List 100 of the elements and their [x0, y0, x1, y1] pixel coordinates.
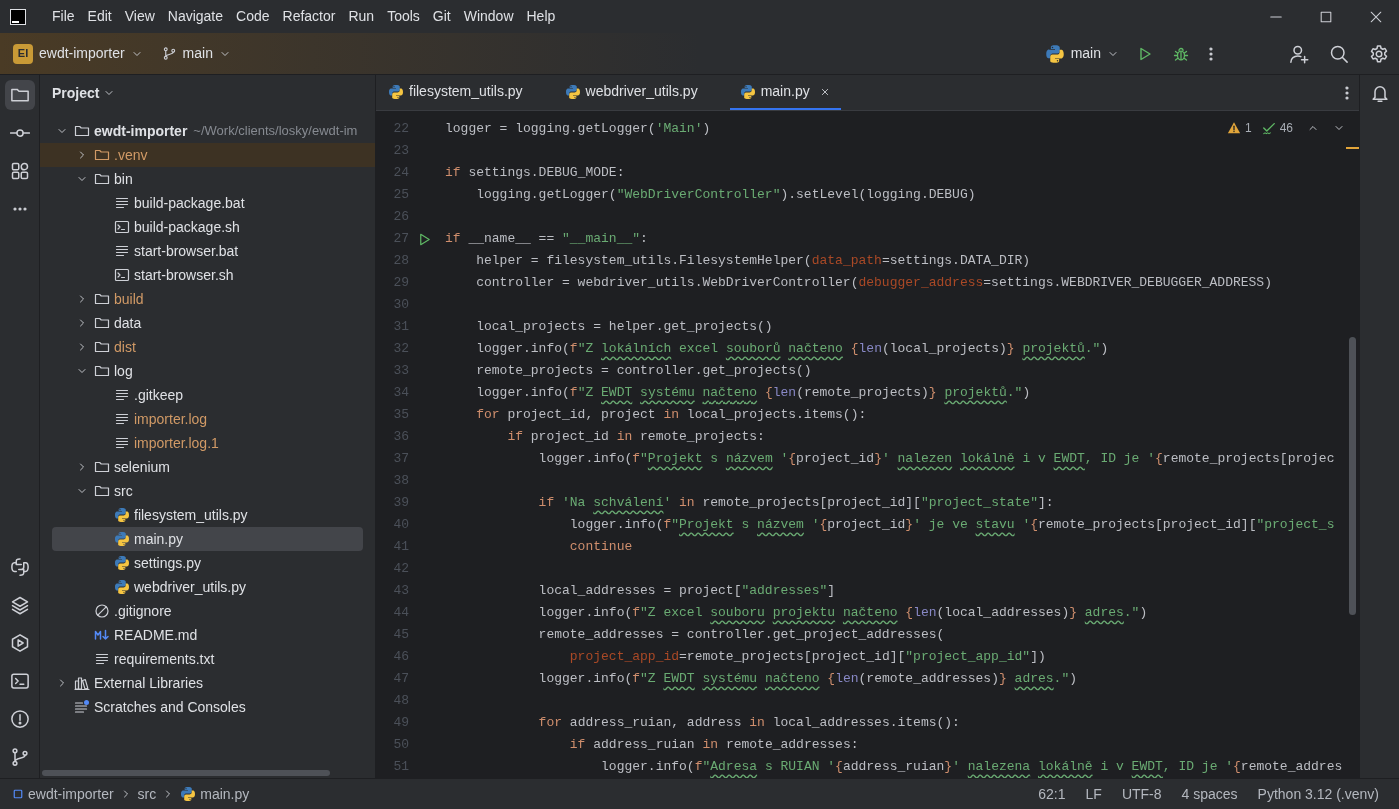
tree-item[interactable]: webdriver_utils.py [40, 575, 375, 599]
panel-title[interactable]: Project [52, 82, 116, 104]
code-line: for address_ruian, address in local_addresses.items(): [537, 714, 960, 733]
tree-item[interactable]: Scratches and Consoles [40, 695, 375, 719]
more-icon [11, 207, 28, 211]
editor-tab[interactable]: filesystem_utils.py [378, 75, 533, 110]
status-item[interactable]: 62:1 [1038, 783, 1066, 805]
menu-item[interactable]: Window [457, 6, 520, 27]
horizontal-scrollbar[interactable] [42, 770, 330, 776]
folder-icon [94, 363, 110, 379]
folder-icon [94, 339, 110, 355]
menu-item[interactable]: Help [520, 6, 562, 27]
tool-window-button[interactable] [4, 80, 35, 110]
editor-tab[interactable]: webdriver_utils.py [554, 75, 708, 110]
breadcrumb[interactable]: src [137, 783, 157, 805]
tree-item[interactable]: build-package.sh [40, 215, 375, 239]
code-line: if address_ruian in remote_addresses: [568, 736, 859, 755]
bug-icon[interactable] [1173, 45, 1189, 62]
vertical-scrollbar[interactable] [1349, 337, 1356, 615]
tree-item[interactable]: ewdt-importer ~/Work/clients/losky/ewdt-im [40, 119, 375, 143]
shell-script-icon [114, 267, 130, 283]
run-icon[interactable] [1137, 45, 1153, 62]
tree-item[interactable]: requirements.txt [40, 647, 375, 671]
branch-widget[interactable]: main [161, 39, 231, 68]
text-file-icon [114, 411, 130, 427]
menu-item[interactable]: File [46, 6, 81, 27]
menu-item[interactable]: Edit [81, 6, 118, 27]
text-file-icon [94, 651, 110, 667]
code-line: logger.info(f"Z lokálních excel souborů načteno {len(local_projects)} projektů.") [475, 340, 1109, 359]
menu-item[interactable]: Tools [381, 6, 426, 27]
folder-icon [94, 315, 110, 331]
status-item[interactable]: LF [1085, 783, 1102, 805]
code-line: local_addresses = project["addresses"] [537, 582, 836, 601]
tree-item[interactable]: .gitkeep [40, 383, 375, 407]
tree-item[interactable]: importer.log.1 [40, 431, 375, 455]
tree-item[interactable]: bin [40, 167, 375, 191]
breadcrumb[interactable]: main.py [180, 783, 250, 805]
markdown-file-icon [94, 627, 110, 643]
close-icon[interactable] [1369, 9, 1383, 24]
code-line: logger.info(f"Z EWDT systému načteno {len(remote_addresses)} adres.") [537, 670, 1078, 689]
tree-item[interactable]: build [40, 287, 375, 311]
more-vertical-icon[interactable] [1345, 84, 1349, 101]
tree-item[interactable]: importer.log [40, 407, 375, 431]
code-line: remote_projects = controller.get_projects() [475, 362, 812, 381]
code-line: if settings.DEBUG_MODE: [445, 164, 625, 183]
notifications-icon[interactable] [1369, 83, 1390, 103]
editor-tab[interactable]: main.py [729, 75, 841, 110]
menu-item[interactable]: Code [230, 6, 276, 27]
tree-item[interactable]: log [40, 359, 375, 383]
python-icon [180, 786, 197, 802]
code-line: if project_id in remote_projects: [506, 428, 765, 447]
tree-item[interactable]: src [40, 479, 375, 503]
status-item[interactable]: 4 spaces [1181, 783, 1238, 805]
tree-item[interactable]: main.py [52, 527, 363, 551]
add-user-icon[interactable] [1289, 43, 1309, 64]
settings-icon[interactable] [1369, 43, 1389, 64]
tree-item[interactable]: data [40, 311, 375, 335]
tree-item[interactable]: dist [40, 335, 375, 359]
code-line: remote_addresses = controller.get_project_addresses( [537, 626, 945, 645]
code-line: logger = logging.getLogger('Main') [445, 120, 711, 139]
code-line: if 'Na schválení' in remote_projects[project_id]["project_state"]: [537, 494, 1054, 513]
tree-item[interactable]: .gitignore [40, 599, 375, 623]
tree-item[interactable]: start-browser.bat [40, 239, 375, 263]
tree-item[interactable]: build-package.bat [40, 191, 375, 215]
tree-item[interactable]: External Libraries [40, 671, 375, 695]
maximize-icon[interactable] [1319, 9, 1333, 24]
menu-item[interactable]: Refactor [276, 6, 342, 27]
code-line: for project_id, project in local_projects.items(): [475, 406, 867, 425]
python-file-icon [114, 531, 130, 547]
menu-item[interactable]: Navigate [161, 6, 230, 27]
weak-warning-count[interactable]: 46 [1279, 119, 1293, 137]
menu-item[interactable]: Run [342, 6, 381, 27]
tree-item[interactable]: start-browser.sh [40, 263, 375, 287]
run-configuration[interactable]: main [1044, 39, 1119, 68]
menu-item[interactable]: View [118, 6, 161, 27]
search-icon[interactable] [1329, 43, 1349, 64]
tree-item[interactable]: .venv [40, 143, 375, 167]
more-vertical-icon[interactable] [1209, 45, 1213, 62]
python-icon [564, 83, 581, 100]
tree-item[interactable]: filesystem_utils.py [40, 503, 375, 527]
run-icon[interactable] [417, 231, 432, 247]
status-item[interactable]: UTF-8 [1121, 783, 1162, 805]
breadcrumb[interactable]: ewdt-importer [12, 783, 114, 805]
structure-icon [9, 161, 30, 181]
check-icon [1261, 121, 1276, 135]
code-line: logger.info(f"Projekt s názvem '{project_id}' je ve stavu '{remote_projects[project_id]["project_s [568, 516, 1335, 535]
tree-item[interactable]: selenium [40, 455, 375, 479]
tree-item[interactable]: settings.py [40, 551, 375, 575]
code-line: local_projects = helper.get_projects() [475, 318, 773, 337]
text-file-icon [114, 195, 130, 211]
shell-script-icon [114, 219, 130, 235]
tree-item[interactable]: README.md [40, 623, 375, 647]
python-file-icon [114, 555, 130, 571]
status-item[interactable]: Python 3.12 (.venv) [1257, 783, 1379, 805]
branch-icon [161, 46, 177, 61]
text-file-icon [114, 243, 130, 259]
warning-count[interactable]: 1 [1244, 119, 1252, 137]
project-widget[interactable]: EI ewdt-importer [12, 39, 144, 68]
menu-item[interactable]: Git [426, 6, 457, 27]
project-badge: EI [13, 43, 33, 64]
